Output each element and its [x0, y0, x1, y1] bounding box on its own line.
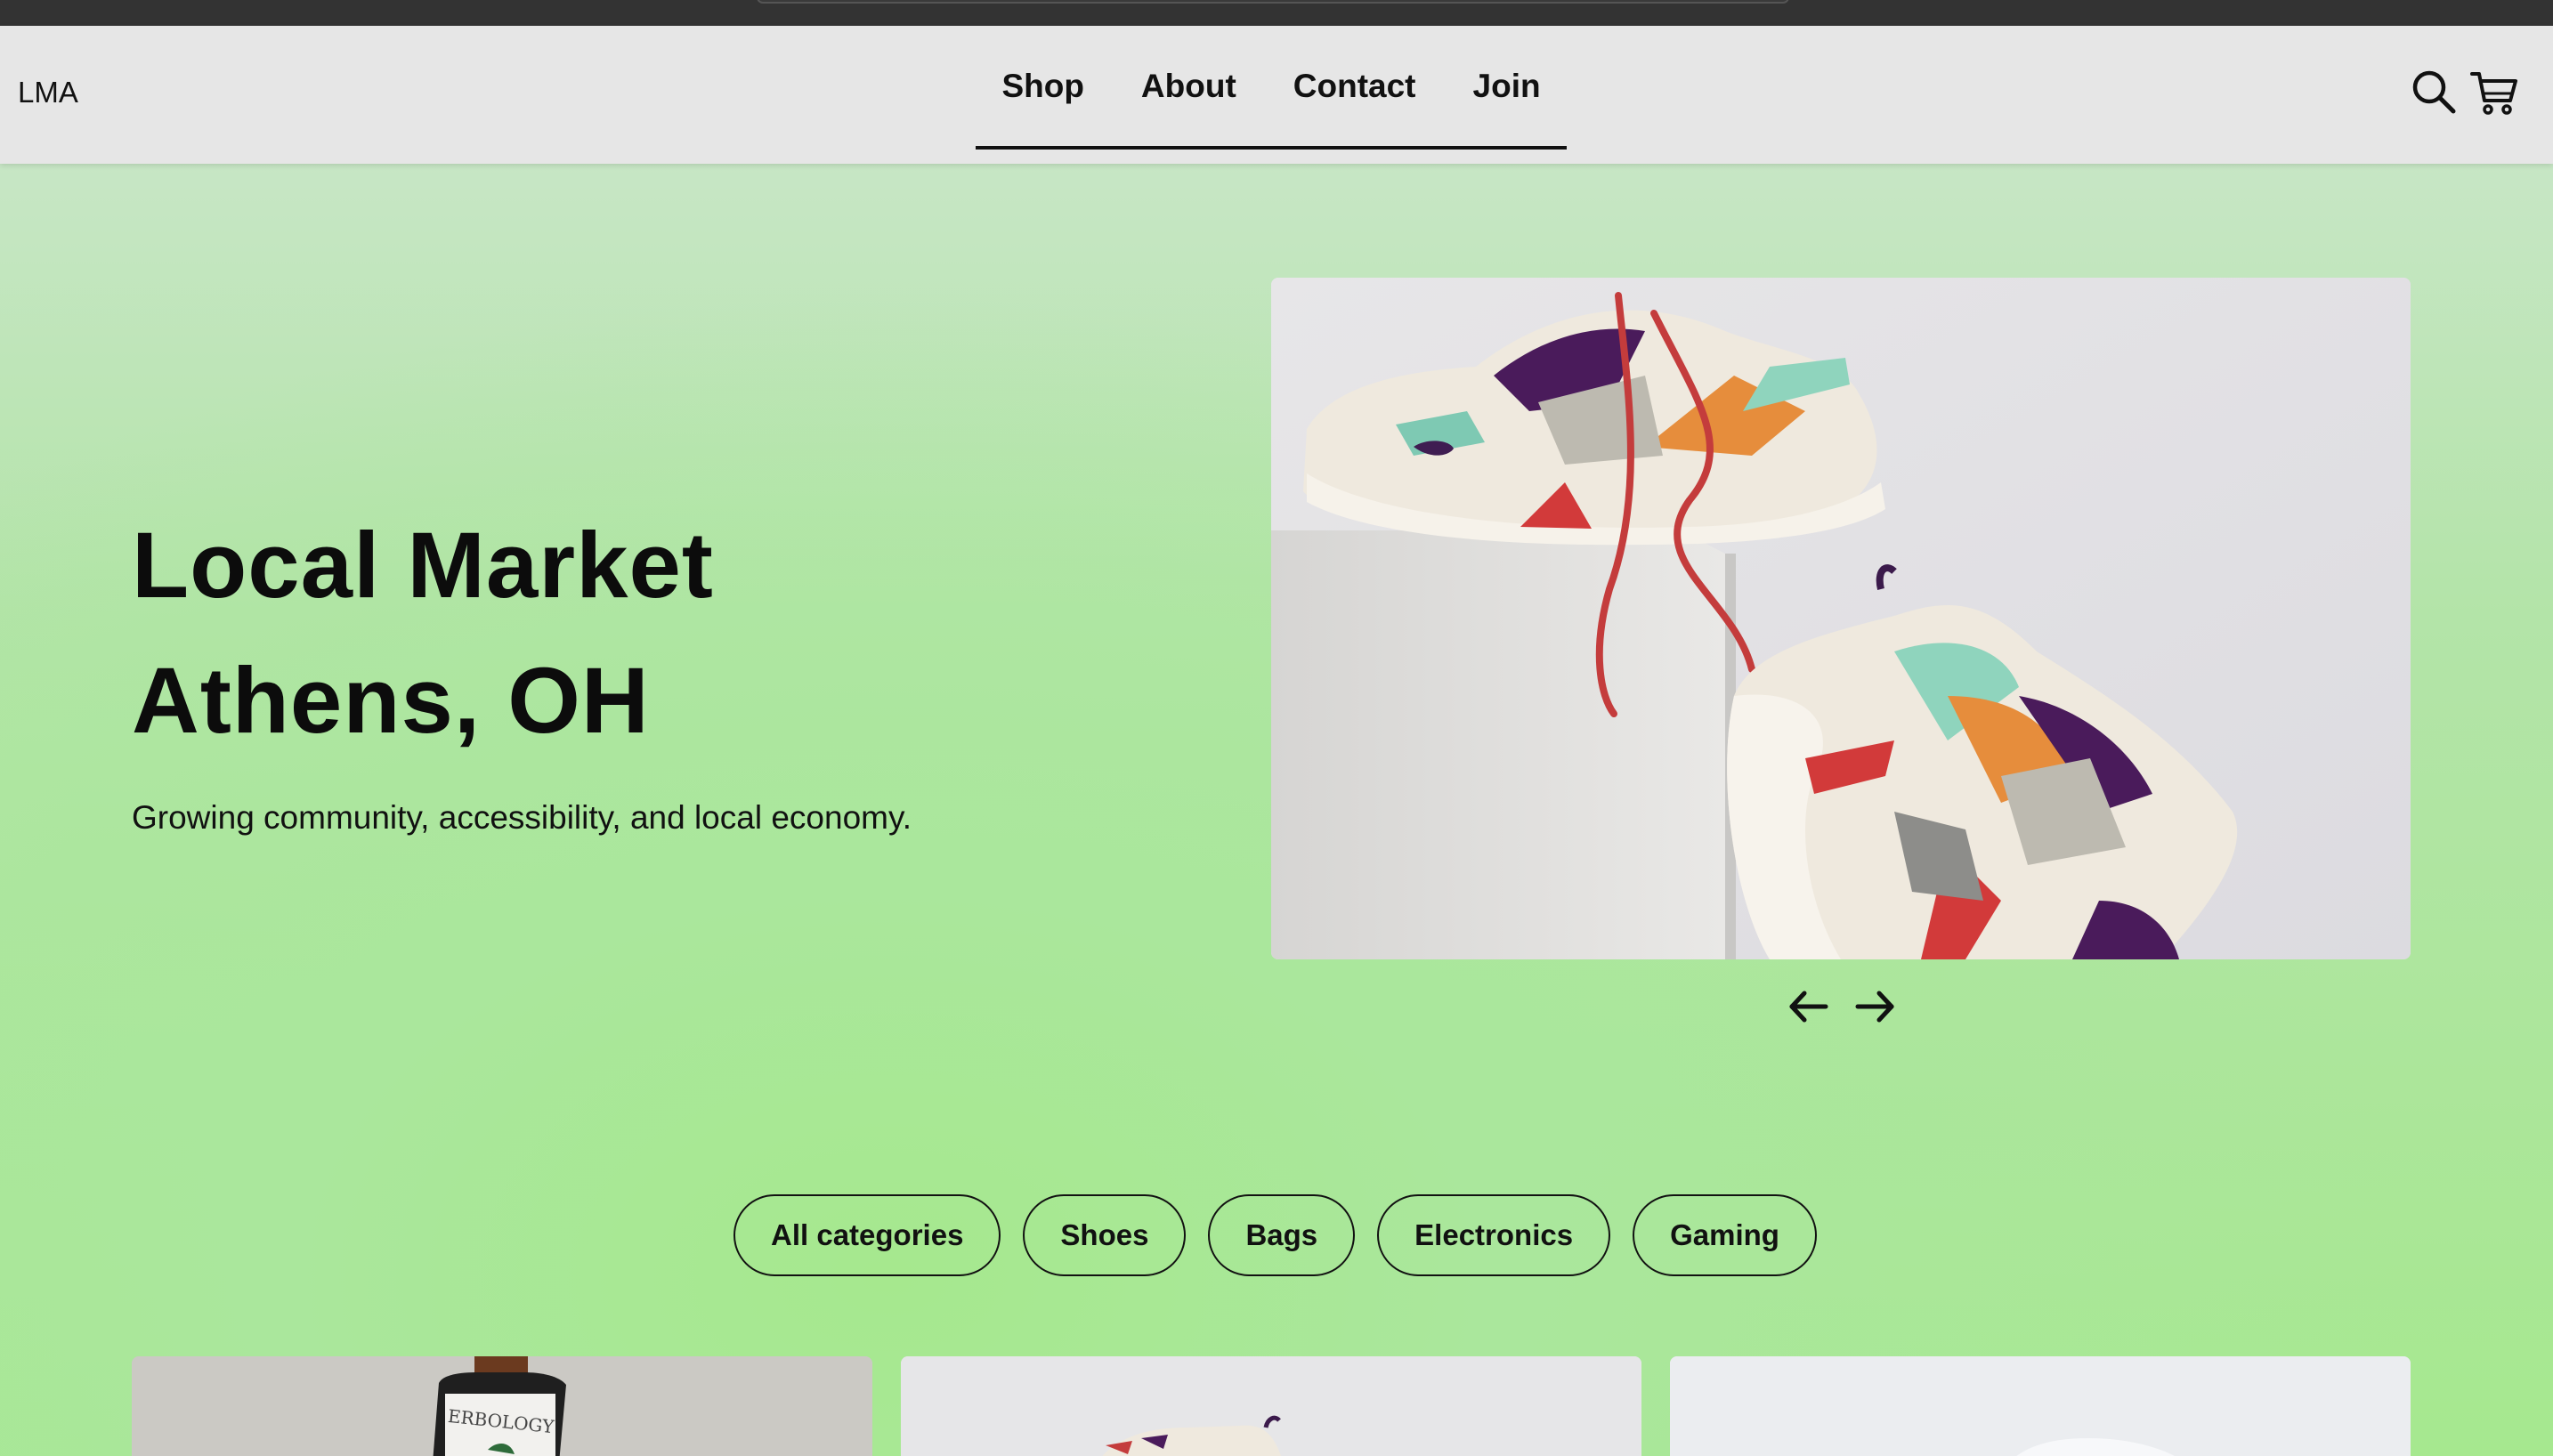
- hero-subtitle: Growing community, accessibility, and lo…: [132, 799, 912, 836]
- address-bar-edge: [757, 0, 1789, 4]
- nav-shop[interactable]: Shop: [973, 68, 1112, 105]
- category-gaming[interactable]: Gaming: [1633, 1194, 1817, 1276]
- hero-title-line-2: Athens, OH: [132, 649, 650, 753]
- category-electronics[interactable]: Electronics: [1377, 1194, 1611, 1276]
- arrow-right-icon[interactable]: [1851, 983, 1899, 1031]
- hero-carousel-image: [1271, 278, 2411, 959]
- product-card[interactable]: [901, 1356, 1641, 1456]
- arrow-left-icon[interactable]: [1785, 983, 1833, 1031]
- product-card[interactable]: ERBOLOGY: [132, 1356, 872, 1456]
- site-header: LMA Shop About Contact Join: [0, 26, 2553, 164]
- main-nav: Shop About Contact Join: [976, 26, 1567, 150]
- white-item-photo: [1670, 1356, 2411, 1456]
- nav-contact[interactable]: Contact: [1265, 68, 1445, 105]
- search-icon[interactable]: [2409, 67, 2459, 117]
- category-bags[interactable]: Bags: [1208, 1194, 1356, 1276]
- header-actions: [2409, 67, 2519, 117]
- product-card[interactable]: [1670, 1356, 2411, 1456]
- hero-title: Local Market Athens, OH: [132, 498, 714, 769]
- nav-join[interactable]: Join: [1445, 68, 1569, 105]
- category-filters: All categories Shoes Bags Electronics Ga…: [733, 1194, 1817, 1276]
- hero-section: Local Market Athens, OH Growing communit…: [0, 164, 2553, 1456]
- sneakers-photo: [1271, 278, 2411, 959]
- brand-logo[interactable]: LMA: [18, 76, 78, 109]
- hero-title-line-1: Local Market: [132, 514, 714, 618]
- sneaker-photo-small: [901, 1356, 1641, 1456]
- carousel-controls: [1785, 983, 1899, 1031]
- bottle-photo: ERBOLOGY: [132, 1356, 872, 1456]
- category-all[interactable]: All categories: [733, 1194, 1001, 1276]
- category-shoes[interactable]: Shoes: [1023, 1194, 1187, 1276]
- nav-about[interactable]: About: [1113, 68, 1265, 105]
- cart-icon[interactable]: [2469, 67, 2519, 117]
- browser-top-strip: [0, 0, 2553, 26]
